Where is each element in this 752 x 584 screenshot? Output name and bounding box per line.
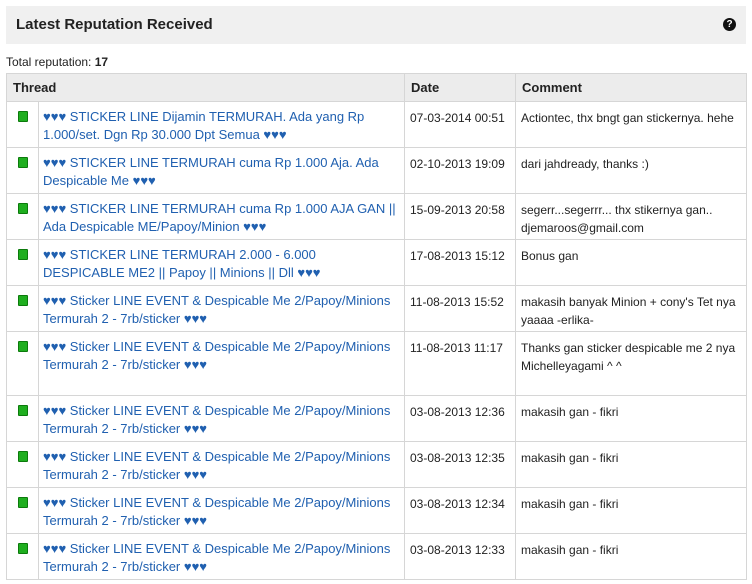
comment-cell: makasih gan - fikri: [515, 441, 747, 488]
comment-cell: makasih gan - fikri: [515, 487, 747, 534]
table-row: ♥♥♥ STICKER LINE TERMURAH cuma Rp 1.000 …: [6, 147, 747, 194]
date-cell: 15-09-2013 20:58: [404, 193, 516, 240]
thread-cell: ♥♥♥ Sticker LINE EVENT & Despicable Me 2…: [38, 331, 405, 396]
comment-line: Bonus gan: [521, 249, 579, 263]
comment-cell: Thanks gan sticker despicable me 2 nya Mi…: [515, 331, 747, 396]
comment-line: Actiontec, thx bngt gan stickernya. hehe: [521, 111, 734, 125]
thread-link[interactable]: ♥♥♥ Sticker LINE EVENT & Despicable Me 2…: [43, 339, 390, 372]
comment-line: makasih gan - fikri: [521, 451, 619, 465]
thread-link[interactable]: ♥♥♥ Sticker LINE EVENT & Despicable Me 2…: [43, 541, 390, 574]
green-square-icon: [18, 295, 28, 306]
comment-line: makasih gan - fikri: [521, 405, 619, 419]
table-row: ♥♥♥ Sticker LINE EVENT & Despicable Me 2…: [6, 285, 747, 332]
status-cell: [6, 441, 39, 488]
thread-cell: ♥♥♥ Sticker LINE EVENT & Despicable Me 2…: [38, 441, 405, 488]
thread-cell: ♥♥♥ Sticker LINE EVENT & Despicable Me 2…: [38, 395, 405, 442]
comment-cell: Actiontec, thx bngt gan stickernya. hehe: [515, 101, 747, 148]
help-icon[interactable]: ?: [723, 18, 736, 31]
column-header-date: Date: [404, 73, 516, 102]
thread-link[interactable]: ♥♥♥ STICKER LINE TERMURAH cuma Rp 1.000 …: [43, 201, 396, 234]
table-row: ♥♥♥ Sticker LINE EVENT & Despicable Me 2…: [6, 395, 747, 442]
date-cell: 03-08-2013 12:33: [404, 533, 516, 580]
thread-cell: ♥♥♥ Sticker LINE EVENT & Despicable Me 2…: [38, 487, 405, 534]
green-square-icon: [18, 111, 28, 122]
thread-link[interactable]: ♥♥♥ Sticker LINE EVENT & Despicable Me 2…: [43, 403, 390, 436]
table-row: ♥♥♥ Sticker LINE EVENT & Despicable Me 2…: [6, 331, 747, 396]
green-square-icon: [18, 157, 28, 168]
status-cell: [6, 147, 39, 194]
comment-line: dari jahdready, thanks :): [521, 157, 649, 171]
comment-line: segerr...segerrr... thx stikernya gan..: [521, 203, 713, 217]
comment-line: Thanks gan sticker despicable me 2 nya: [521, 341, 736, 355]
thread-link[interactable]: ♥♥♥ STICKER LINE TERMURAH 2.000 - 6.000 …: [43, 247, 321, 280]
green-square-icon: [18, 405, 28, 416]
panel-title: Latest Reputation Received: [16, 16, 213, 33]
table-body: ♥♥♥ STICKER LINE Dijamin TERMURAH. Ada y…: [6, 101, 747, 580]
table-row: ♥♥♥ STICKER LINE TERMURAH 2.000 - 6.000 …: [6, 239, 747, 286]
comment-cell: segerr...segerrr... thx stikernya gan.. d…: [515, 193, 747, 240]
thread-cell: ♥♥♥ STICKER LINE TERMURAH cuma Rp 1.000 …: [38, 193, 405, 240]
comment-line: makasih banyak Minion + cony's Tet nya y…: [521, 295, 736, 327]
table-row: ♥♥♥ STICKER LINE TERMURAH cuma Rp 1.000 …: [6, 193, 747, 240]
comment-line: makasih gan - fikri: [521, 543, 619, 557]
total-reputation-label: Total reputation:: [6, 55, 92, 69]
status-cell: [6, 533, 39, 580]
comment-cell: dari jahdready, thanks :): [515, 147, 747, 194]
date-cell: 03-08-2013 12:36: [404, 395, 516, 442]
green-square-icon: [18, 451, 28, 462]
table-row: ♥♥♥ Sticker LINE EVENT & Despicable Me 2…: [6, 533, 747, 580]
status-cell: [6, 285, 39, 332]
thread-cell: ♥♥♥ STICKER LINE TERMURAH cuma Rp 1.000 …: [38, 147, 405, 194]
green-square-icon: [18, 249, 28, 260]
thread-cell: ♥♥♥ STICKER LINE TERMURAH 2.000 - 6.000 …: [38, 239, 405, 286]
date-cell: 07-03-2014 00:51: [404, 101, 516, 148]
status-cell: [6, 193, 39, 240]
status-cell: [6, 331, 39, 396]
thread-cell: ♥♥♥ Sticker LINE EVENT & Despicable Me 2…: [38, 533, 405, 580]
status-cell: [6, 239, 39, 286]
reputation-table: Thread Date Comment ♥♥♥ STICKER LINE Dij…: [6, 73, 747, 580]
status-cell: [6, 487, 39, 534]
thread-link[interactable]: ♥♥♥ Sticker LINE EVENT & Despicable Me 2…: [43, 449, 390, 482]
panel-header: Latest Reputation Received ?: [6, 6, 746, 44]
column-header-thread: Thread: [6, 73, 405, 102]
status-cell: [6, 101, 39, 148]
thread-link[interactable]: ♥♥♥ Sticker LINE EVENT & Despicable Me 2…: [43, 293, 390, 326]
total-reputation: Total reputation: 17: [6, 55, 108, 69]
table-row: ♥♥♥ Sticker LINE EVENT & Despicable Me 2…: [6, 441, 747, 488]
status-cell: [6, 395, 39, 442]
date-cell: 02-10-2013 19:09: [404, 147, 516, 194]
comment-cell: makasih gan - fikri: [515, 533, 747, 580]
date-cell: 03-08-2013 12:34: [404, 487, 516, 534]
column-header-comment: Comment: [515, 73, 747, 102]
comment-cell: Bonus gan: [515, 239, 747, 286]
comment-cell: makasih banyak Minion + cony's Tet nya y…: [515, 285, 747, 332]
date-cell: 11-08-2013 11:17: [404, 331, 516, 396]
comment-line: Michelleyagami ^ ^: [521, 359, 622, 373]
thread-link[interactable]: ♥♥♥ STICKER LINE Dijamin TERMURAH. Ada y…: [43, 109, 364, 142]
green-square-icon: [18, 341, 28, 352]
comment-line: djemaroos@gmail.com: [521, 221, 644, 235]
comment-line: makasih gan - fikri: [521, 497, 619, 511]
green-square-icon: [18, 497, 28, 508]
date-cell: 17-08-2013 15:12: [404, 239, 516, 286]
thread-cell: ♥♥♥ STICKER LINE Dijamin TERMURAH. Ada y…: [38, 101, 405, 148]
green-square-icon: [18, 543, 28, 554]
green-square-icon: [18, 203, 28, 214]
thread-cell: ♥♥♥ Sticker LINE EVENT & Despicable Me 2…: [38, 285, 405, 332]
table-header-row: Thread Date Comment: [6, 73, 747, 102]
date-cell: 11-08-2013 15:52: [404, 285, 516, 332]
thread-link[interactable]: ♥♥♥ STICKER LINE TERMURAH cuma Rp 1.000 …: [43, 155, 379, 188]
date-cell: 03-08-2013 12:35: [404, 441, 516, 488]
table-row: ♥♥♥ STICKER LINE Dijamin TERMURAH. Ada y…: [6, 101, 747, 148]
table-row: ♥♥♥ Sticker LINE EVENT & Despicable Me 2…: [6, 487, 747, 534]
comment-cell: makasih gan - fikri: [515, 395, 747, 442]
total-reputation-value: 17: [94, 55, 109, 69]
thread-link[interactable]: ♥♥♥ Sticker LINE EVENT & Despicable Me 2…: [43, 495, 390, 528]
